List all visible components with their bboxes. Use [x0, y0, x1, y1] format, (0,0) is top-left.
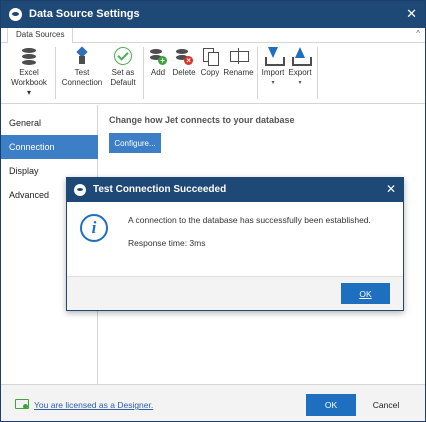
- copy-label: Copy: [200, 68, 220, 77]
- info-icon: i: [80, 214, 108, 242]
- test-connection-button[interactable]: Test Connection: [60, 47, 104, 88]
- dialog-close-icon[interactable]: ✕: [386, 182, 396, 196]
- database-icon: [20, 47, 38, 65]
- import-button[interactable]: Import ▾: [260, 47, 286, 88]
- dialog-message: A connection to the database has success…: [128, 215, 371, 225]
- ribbon-separator: [55, 47, 56, 99]
- test-connection-label-1: Test: [74, 68, 90, 77]
- dialog-title-bar: Test Connection Succeeded ✕: [67, 178, 403, 202]
- app-logo-icon: [74, 184, 86, 196]
- nav-item-connection[interactable]: Connection: [1, 135, 98, 159]
- delete-button[interactable]: × Delete: [171, 47, 197, 78]
- ribbon-separator: [143, 47, 144, 99]
- excel-workbook-button[interactable]: Excel Workbook ▾: [9, 47, 49, 98]
- window-title: Data Source Settings: [29, 8, 140, 20]
- dialog-title: Test Connection Succeeded: [93, 184, 227, 195]
- export-button[interactable]: Export ▾: [287, 47, 313, 88]
- dialog-footer: OK: [67, 276, 403, 310]
- add-button[interactable]: + Add: [147, 47, 169, 78]
- export-label: Export: [288, 68, 312, 77]
- import-dropdown-arrow: ▾: [271, 80, 275, 86]
- set-as-default-label-1: Set as: [111, 68, 135, 77]
- export-icon: [291, 47, 312, 66]
- ribbon-separator: [317, 47, 318, 99]
- checkmark-icon: [114, 47, 132, 65]
- rename-label: Rename: [223, 68, 254, 77]
- add-label: Add: [150, 68, 166, 77]
- import-label: Import: [261, 68, 285, 77]
- set-as-default-button[interactable]: Set as Default: [107, 47, 139, 88]
- copy-icon: [201, 47, 219, 66]
- ribbon-separator: [257, 47, 258, 99]
- ok-button[interactable]: OK: [306, 394, 356, 416]
- export-dropdown-arrow: ▾: [298, 80, 302, 86]
- ribbon: Excel Workbook ▾ Test Connection Set as …: [1, 43, 425, 104]
- window-footer: You are licensed as a Designer. OK Cance…: [1, 384, 425, 421]
- excel-workbook-label-2: Workbook ▾: [11, 78, 47, 97]
- import-icon: [264, 47, 285, 66]
- test-connection-dialog: Test Connection Succeeded ✕ i A connecti…: [66, 177, 404, 311]
- connection-heading: Change how Jet connects to your database: [109, 115, 295, 125]
- rename-button[interactable]: Rename: [223, 47, 254, 78]
- set-as-default-label-2: Default: [110, 78, 136, 87]
- delete-database-icon: ×: [175, 47, 193, 65]
- ribbon-tab-strip: Data Sources ^: [1, 28, 425, 43]
- excel-workbook-label-1: Excel: [19, 68, 39, 77]
- dialog-ok-button[interactable]: OK: [341, 283, 390, 304]
- rename-icon: [229, 47, 249, 65]
- license-link[interactable]: You are licensed as a Designer.: [34, 400, 153, 410]
- license-icon: [15, 399, 29, 409]
- title-bar: Data Source Settings ✕: [1, 1, 425, 28]
- delete-label: Delete: [172, 68, 196, 77]
- nav-item-general[interactable]: General: [1, 111, 98, 135]
- add-database-icon: +: [149, 47, 167, 65]
- app-logo-icon: [9, 8, 22, 21]
- response-time-text: Response time: 3ms: [128, 238, 206, 248]
- collapse-ribbon-icon[interactable]: ^: [416, 29, 420, 38]
- tab-data-sources[interactable]: Data Sources: [7, 28, 74, 43]
- test-connection-label-2: Connection: [61, 78, 103, 87]
- configure-button[interactable]: Configure...: [109, 133, 161, 153]
- test-connection-icon: [73, 47, 91, 65]
- copy-button[interactable]: Copy: [199, 47, 221, 78]
- close-icon[interactable]: ✕: [406, 6, 417, 22]
- cancel-button[interactable]: Cancel: [361, 394, 411, 416]
